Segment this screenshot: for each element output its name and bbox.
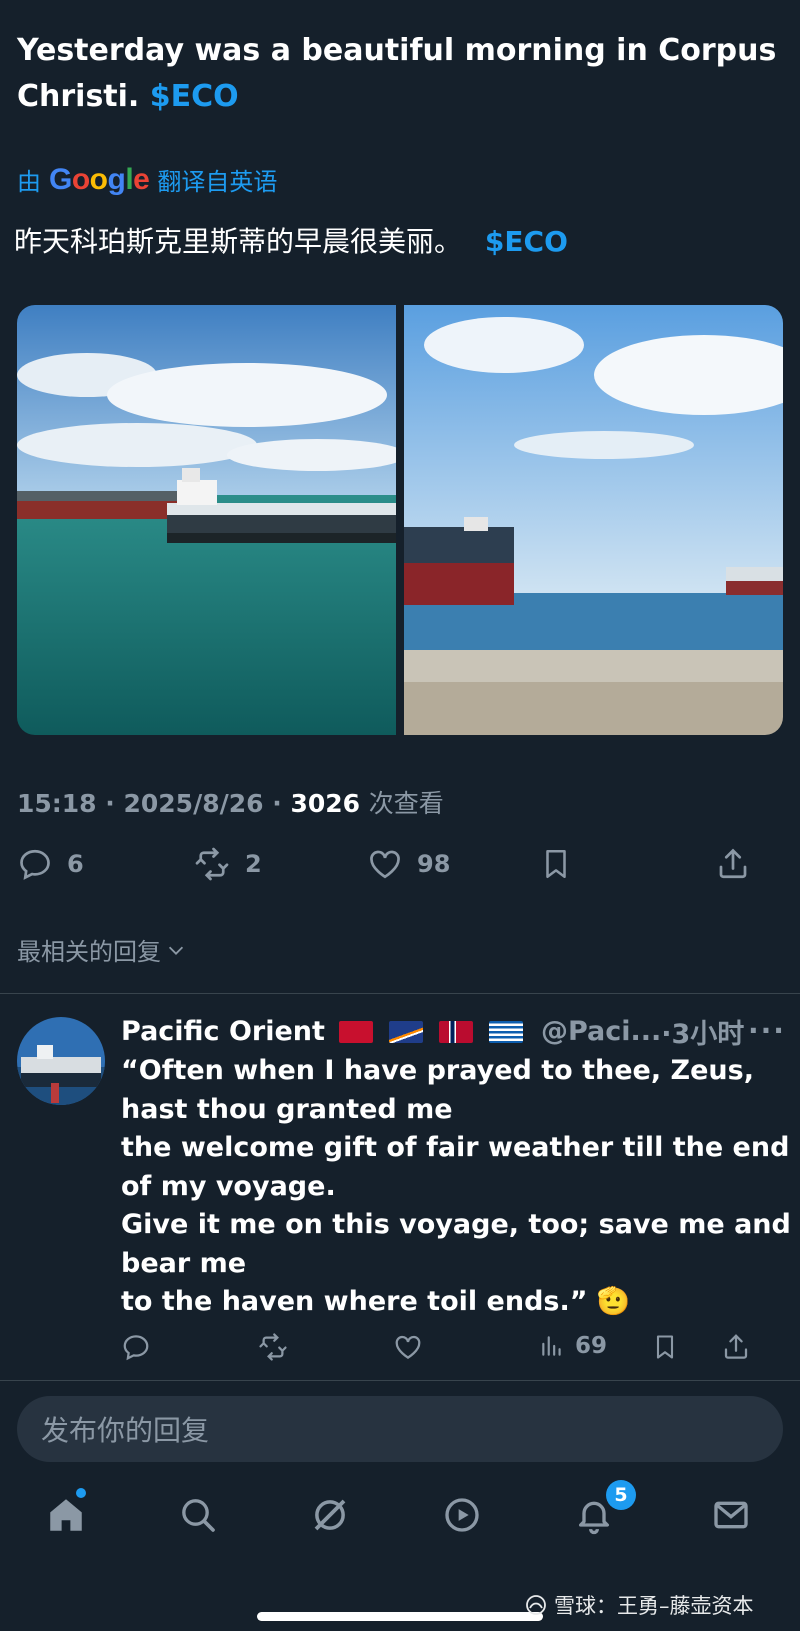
snowball-logo-icon bbox=[526, 1595, 546, 1615]
avatar[interactable] bbox=[17, 1017, 105, 1105]
reply-author-name[interactable]: Pacific Orient bbox=[121, 1016, 325, 1047]
sort-label: 最相关的回复 bbox=[17, 938, 161, 966]
reply-views-count: 69 bbox=[575, 1333, 608, 1359]
retweet-count: 2 bbox=[245, 850, 262, 878]
compose-placeholder: 发布你的回复 bbox=[41, 1414, 210, 1447]
home-notification-dot bbox=[76, 1488, 86, 1498]
mail-icon bbox=[714, 1501, 748, 1529]
nav-search[interactable] bbox=[173, 1490, 223, 1540]
views-icon bbox=[542, 1336, 561, 1356]
reply-bookmark-button[interactable] bbox=[651, 1332, 679, 1362]
tweet-actions: 6 2 98 bbox=[17, 846, 779, 896]
divider bbox=[0, 993, 800, 994]
greece-flag-icon bbox=[488, 1020, 523, 1043]
tweet-text: Yesterday was a beautiful morning in Cor… bbox=[17, 28, 777, 120]
reply-like-button[interactable] bbox=[393, 1332, 423, 1362]
bookmark-button[interactable] bbox=[539, 846, 573, 882]
retweet-button[interactable]: 2 bbox=[193, 846, 262, 882]
reply-actions: 69 bbox=[121, 1332, 791, 1372]
bookmark-icon bbox=[546, 849, 566, 879]
divider bbox=[0, 1380, 800, 1381]
share-icon bbox=[719, 848, 747, 879]
share-icon bbox=[724, 1334, 748, 1359]
photo-tankers-at-sea[interactable] bbox=[404, 305, 783, 735]
reply-button[interactable]: 6 bbox=[17, 846, 84, 882]
chevron-down-icon bbox=[168, 946, 184, 955]
tweet-meta: 15:18 · 2025/8/26 · 3026 次查看 bbox=[17, 789, 444, 818]
like-button[interactable]: 98 bbox=[367, 846, 450, 882]
reply-count: 6 bbox=[67, 850, 84, 878]
reply-line-1: “Often when I have prayed to thee, Zeus,… bbox=[121, 1055, 754, 1125]
reply-reply-button[interactable] bbox=[121, 1332, 151, 1362]
bookmark-icon bbox=[656, 1335, 674, 1359]
share-button[interactable] bbox=[715, 846, 751, 882]
reply-retweet-button[interactable] bbox=[257, 1332, 289, 1362]
tweet-date: 2025/8/26 bbox=[123, 789, 264, 818]
retweet-icon bbox=[259, 1333, 287, 1361]
photo-tanker-at-dock[interactable] bbox=[17, 305, 396, 735]
replies-sort-dropdown[interactable]: 最相关的回复 bbox=[17, 932, 187, 967]
retweet-icon bbox=[195, 847, 229, 881]
reply-time: ·3小时 bbox=[661, 1019, 745, 1050]
more-options-button[interactable]: ··· bbox=[748, 1014, 786, 1047]
like-icon bbox=[395, 1335, 421, 1359]
bottom-nav: 5 bbox=[0, 1480, 800, 1580]
translate-prefix: 由 bbox=[17, 168, 41, 196]
nav-video[interactable] bbox=[437, 1490, 487, 1540]
reply-text: “Often when I have prayed to thee, Zeus,… bbox=[121, 1052, 791, 1322]
translated-by-google[interactable]: 由 Google 翻译自英语 bbox=[17, 162, 277, 197]
home-indicator bbox=[257, 1612, 543, 1621]
like-icon bbox=[370, 850, 400, 879]
notifications-badge: 5 bbox=[606, 1480, 636, 1510]
translated-cashtag-link[interactable]: $ECO bbox=[485, 225, 568, 258]
reply-compose-input[interactable]: 发布你的回复 bbox=[17, 1396, 783, 1462]
watermark: 雪球：王勇–藤壶资本 bbox=[524, 1590, 754, 1620]
nav-grok[interactable] bbox=[305, 1490, 355, 1540]
bermuda-flag-icon bbox=[338, 1020, 373, 1043]
tweet-media bbox=[17, 305, 783, 735]
reply-line-2: the welcome gift of fair weather till th… bbox=[121, 1132, 790, 1202]
video-icon bbox=[445, 1498, 479, 1532]
nav-home[interactable] bbox=[41, 1490, 91, 1540]
reply-author-flags bbox=[338, 1020, 523, 1043]
translated-text: 昨天科珀斯克里斯蒂的早晨很美丽。 $ECO bbox=[14, 222, 568, 262]
watermark-text: 雪球：王勇–藤壶资本 bbox=[554, 1594, 754, 1618]
reply-icon bbox=[123, 1335, 149, 1361]
reply-views-button[interactable]: 69 bbox=[539, 1332, 607, 1360]
like-count: 98 bbox=[417, 850, 451, 878]
reply-line-4: to the haven where toil ends.” 🫡 bbox=[121, 1286, 631, 1317]
reply-line-3: Give it me on this voyage, too; save me … bbox=[121, 1209, 791, 1279]
reply-header: Pacific Orient @Paci... ·3小时 bbox=[121, 1012, 744, 1051]
google-logo: Google bbox=[49, 162, 150, 196]
tweet-views-label: 次查看 bbox=[368, 789, 444, 818]
reply-share-button[interactable] bbox=[721, 1332, 751, 1362]
grok-icon bbox=[314, 1499, 346, 1531]
marshall-islands-flag-icon bbox=[388, 1020, 423, 1043]
search-icon bbox=[182, 1499, 215, 1532]
tweet-views-count: 3026 bbox=[290, 789, 361, 818]
translate-suffix: 翻译自英语 bbox=[157, 168, 278, 196]
nav-messages[interactable] bbox=[706, 1490, 756, 1540]
tweet-time: 15:18 bbox=[17, 789, 97, 818]
norway-flag-icon bbox=[438, 1020, 473, 1043]
cashtag-link[interactable]: $ECO bbox=[150, 79, 239, 114]
translated-text-main: 昨天科珀斯克里斯蒂的早晨很美丽。 bbox=[14, 225, 463, 258]
home-icon bbox=[50, 1499, 82, 1531]
avatar-ship-image bbox=[17, 1017, 105, 1105]
reply-icon bbox=[20, 849, 50, 880]
reply-author-handle[interactable]: @Paci... bbox=[541, 1016, 661, 1047]
tweet-text-main: Yesterday was a beautiful morning in Cor… bbox=[17, 33, 777, 114]
